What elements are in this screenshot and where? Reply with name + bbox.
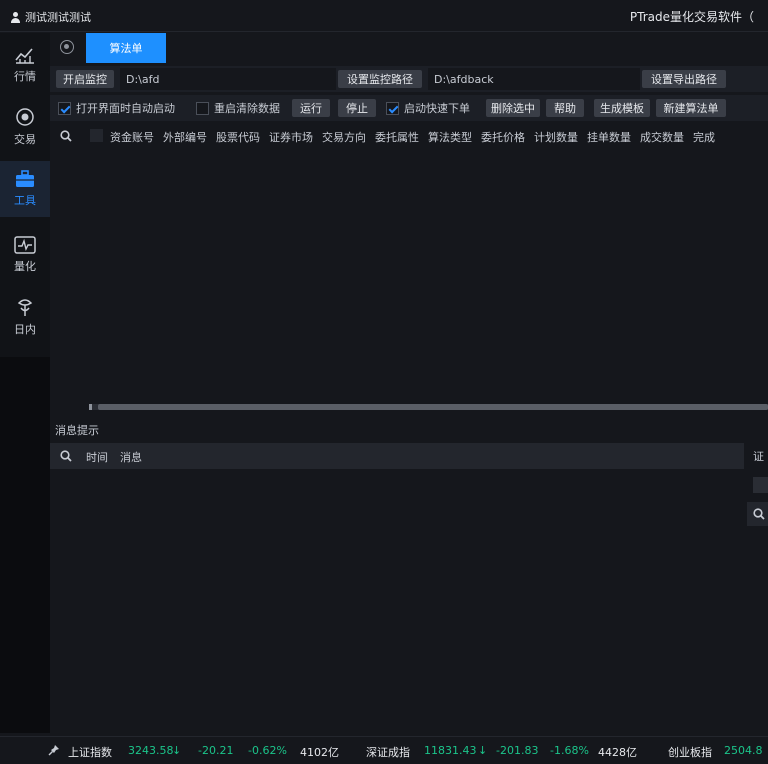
sidebar-item-market[interactable]: 行情 <box>0 37 50 93</box>
index-price-sz: 11831.43 <box>424 744 477 757</box>
column-header[interactable]: 外部编号 <box>163 129 207 145</box>
checkbox-box[interactable] <box>386 101 399 115</box>
run-button[interactable]: 运行 <box>292 99 330 117</box>
index-pct-sz: -1.68% <box>550 744 589 757</box>
tab-algo-order[interactable]: 算法单 <box>86 33 166 63</box>
pin-icon[interactable] <box>48 744 60 756</box>
column-header[interactable]: 资金账号 <box>110 129 154 145</box>
restart-clear-checkbox[interactable]: 重启清除数据 <box>196 99 280 117</box>
column-header[interactable]: 股票代码 <box>216 129 260 145</box>
algo-table-body <box>50 150 768 415</box>
search-icon[interactable] <box>60 130 72 142</box>
index-change-sh: -20.21 <box>198 744 234 757</box>
start-monitor-button[interactable]: 开启监控 <box>56 70 114 88</box>
sidebar-item-intraday[interactable]: 日内 <box>0 289 50 345</box>
intraday-icon <box>17 299 33 316</box>
table-columns: 资金账号 外部编号 股票代码 证券市场 交易方向 委托属性 算法类型 委托价格 … <box>110 129 715 145</box>
new-algo-order-button[interactable]: 新建算法单 <box>656 99 726 117</box>
column-header[interactable]: 计划数量 <box>534 129 578 145</box>
index-volume-sz: 4428亿 <box>598 746 637 759</box>
user-name: 测试测试测试 <box>25 11 91 24</box>
checkbox-box[interactable] <box>196 101 209 115</box>
sidebar-item-tools[interactable]: 工具 <box>0 161 50 217</box>
column-header-message[interactable]: 消息 <box>120 449 142 465</box>
user-info[interactable]: 测试测试测试 <box>10 9 91 25</box>
tab-bar: 算法单 <box>50 33 768 63</box>
control-row: 打开界面时自动启动 重启清除数据 运行 停止 启动快速下单 删除选中 帮助 生成… <box>50 95 768 121</box>
column-header-time[interactable]: 时间 <box>86 449 108 465</box>
delete-selected-button[interactable]: 删除选中 <box>486 99 540 117</box>
monitor-path-row: 开启监控 D:\afd 设置监控路径 D:\afdback 设置导出路径 <box>50 66 768 92</box>
sidebar-item-quant[interactable]: 量化 <box>0 227 50 283</box>
right-panel-search-button[interactable] <box>747 502 768 526</box>
sidebar-item-trade[interactable]: 交易 <box>0 99 50 155</box>
sidebar-item-label: 工具 <box>14 194 36 207</box>
message-table-body <box>50 469 744 735</box>
scrollbar-thumb[interactable] <box>98 404 768 410</box>
scroll-left-arrow-icon[interactable] <box>89 404 92 410</box>
column-header[interactable]: 算法类型 <box>428 129 472 145</box>
user-icon <box>10 11 21 23</box>
select-all-checkbox[interactable] <box>90 129 103 142</box>
index-name-cyb[interactable]: 创业板指 <box>668 744 712 760</box>
home-icon[interactable] <box>60 40 74 54</box>
search-icon[interactable] <box>60 450 72 462</box>
index-name-sh[interactable]: 上证指数 <box>68 744 112 760</box>
right-side-panel: 证 <box>744 443 768 735</box>
right-panel-checkbox[interactable] <box>753 477 768 493</box>
index-change-sz: -201.83 <box>496 744 539 757</box>
monitor-path-input[interactable]: D:\afd <box>120 68 336 90</box>
index-volume-sh: 4102亿 <box>300 746 339 759</box>
trade-icon <box>16 108 34 126</box>
sidebar-empty-area <box>0 357 50 733</box>
column-header[interactable]: 挂单数量 <box>587 129 631 145</box>
down-arrow-icon: ↓ <box>172 744 182 757</box>
message-table-header: 时间 消息 <box>50 443 744 469</box>
checkbox-label: 打开界面时自动启动 <box>76 102 175 115</box>
set-export-path-button[interactable]: 设置导出路径 <box>642 70 726 88</box>
index-pct-sh: -0.62% <box>248 744 287 757</box>
sidebar-item-label: 行情 <box>14 70 36 83</box>
column-header[interactable]: 证券市场 <box>269 129 313 145</box>
auto-start-checkbox[interactable]: 打开界面时自动启动 <box>58 99 175 117</box>
toolbox-icon <box>16 170 34 187</box>
message-panel-title: 消息提示 <box>55 424 99 437</box>
sidebar-item-label: 交易 <box>14 133 36 146</box>
column-header[interactable]: 完成 <box>693 129 715 145</box>
down-arrow-icon: ↓ <box>478 744 488 757</box>
index-price-cyb: 2504.8 <box>724 744 763 757</box>
search-icon <box>753 508 765 520</box>
algo-table-header: 资金账号 外部编号 股票代码 证券市场 交易方向 委托属性 算法类型 委托价格 … <box>50 124 768 148</box>
checkbox-label: 启动快速下单 <box>404 102 470 115</box>
stop-button[interactable]: 停止 <box>338 99 376 117</box>
export-path-input[interactable]: D:\afdback <box>428 68 640 90</box>
status-bar: 上证指数 3243.58 ↓ -20.21 -0.62% 4102亿 深证成指 … <box>0 736 768 764</box>
index-price-sh: 3243.58 <box>128 744 174 757</box>
quant-icon <box>14 236 36 254</box>
column-header[interactable]: 成交数量 <box>640 129 684 145</box>
sidebar: 行情 交易 工具 量化 日内 <box>0 33 50 733</box>
sidebar-item-label: 日内 <box>14 323 36 336</box>
chart-icon <box>15 48 34 64</box>
checkbox-label: 重启清除数据 <box>214 102 280 115</box>
title-bar: 测试测试测试 PTrade量化交易软件（ <box>0 0 768 32</box>
column-header[interactable]: 委托属性 <box>375 129 419 145</box>
set-monitor-path-button[interactable]: 设置监控路径 <box>338 70 422 88</box>
column-header[interactable]: 委托价格 <box>481 129 525 145</box>
column-header[interactable]: 交易方向 <box>322 129 366 145</box>
right-panel-label: 证 <box>753 450 764 463</box>
generate-template-button[interactable]: 生成模板 <box>594 99 650 117</box>
sidebar-item-label: 量化 <box>14 260 36 273</box>
index-name-sz[interactable]: 深证成指 <box>366 744 410 760</box>
quick-order-checkbox[interactable]: 启动快速下单 <box>386 99 470 117</box>
checkbox-box[interactable] <box>58 101 71 115</box>
app-title: PTrade量化交易软件（ <box>629 10 754 24</box>
help-button[interactable]: 帮助 <box>546 99 584 117</box>
